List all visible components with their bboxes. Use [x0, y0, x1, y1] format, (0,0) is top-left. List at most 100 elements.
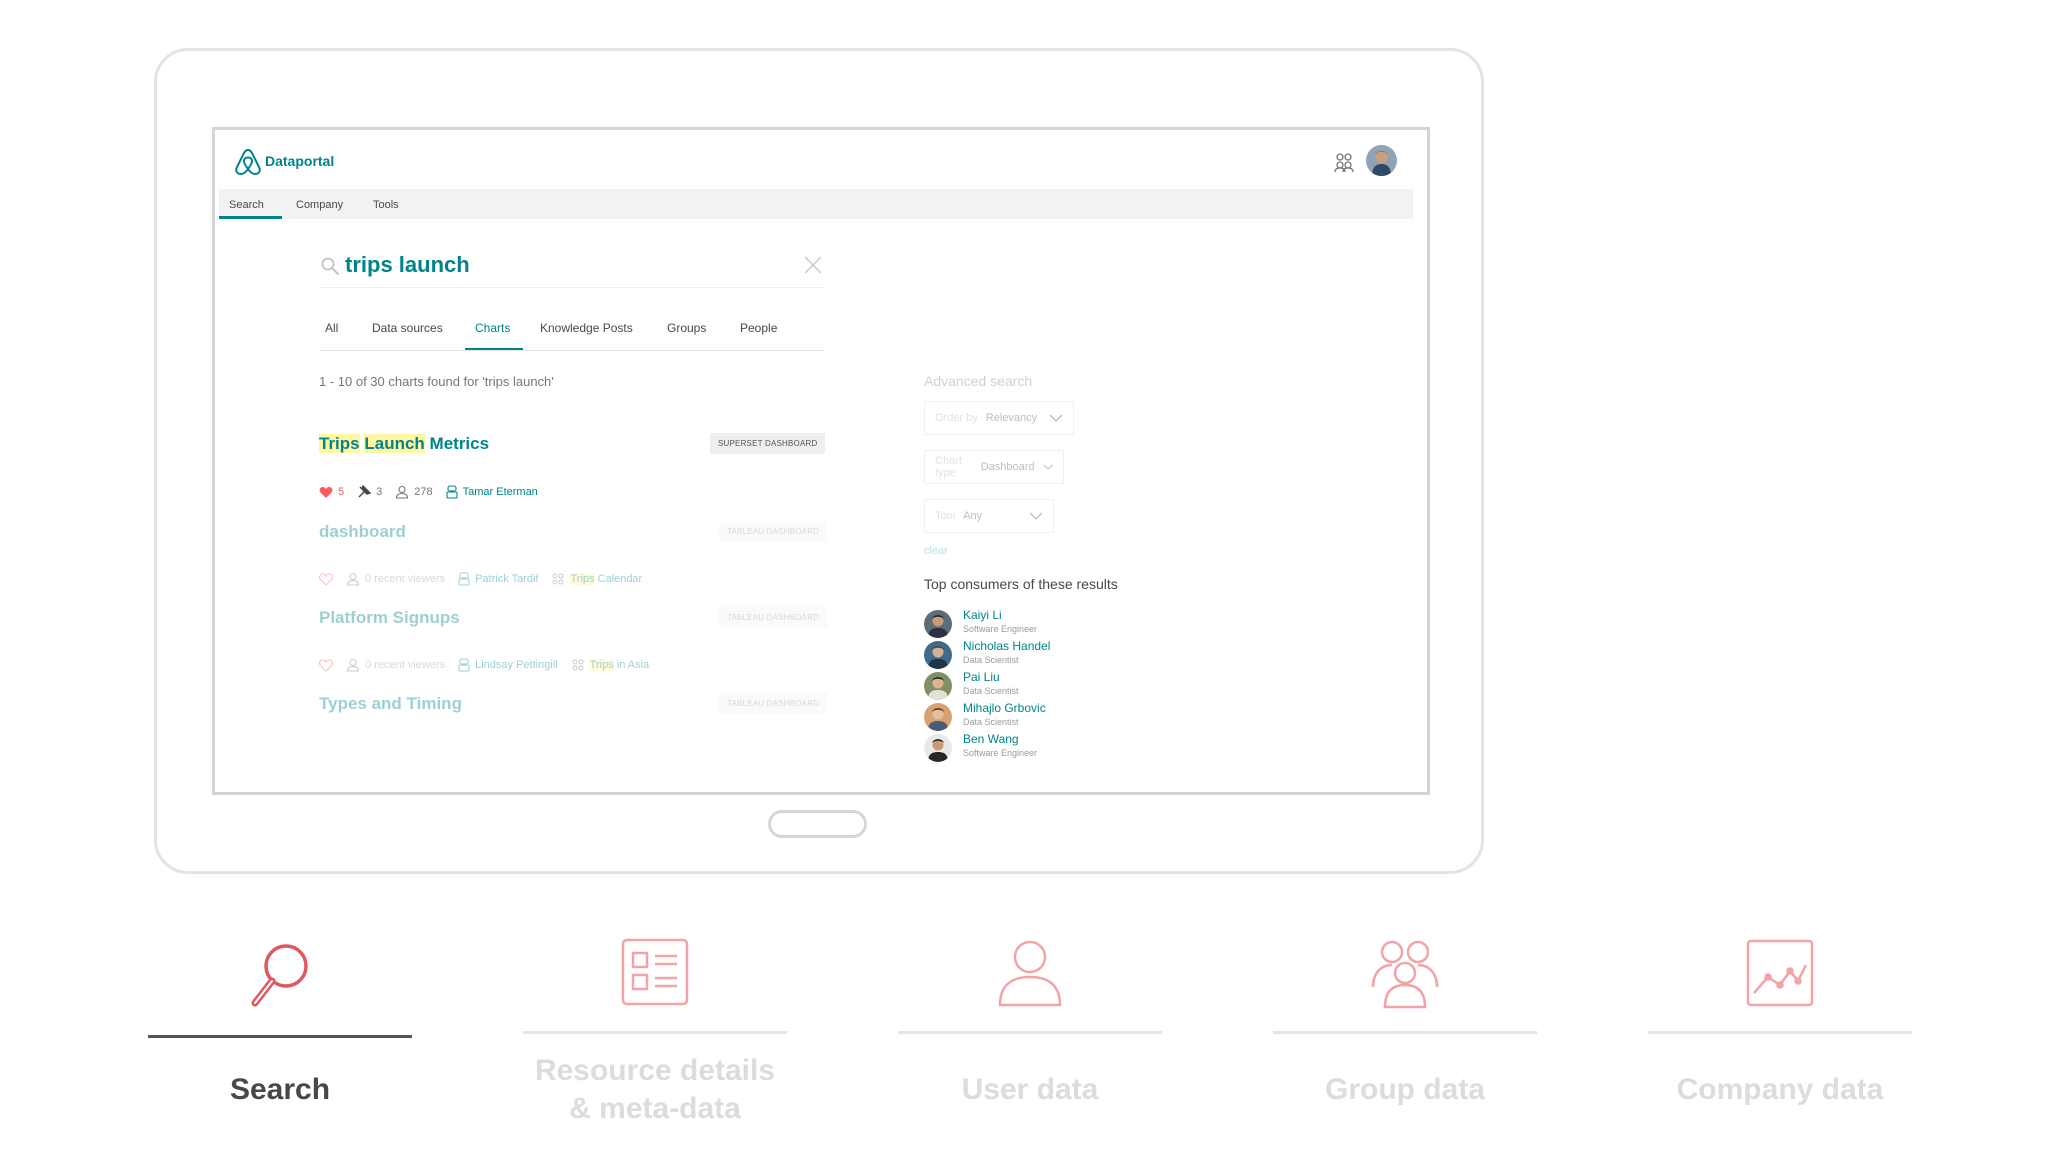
app-screen: Dataportal Search Company Tools trips la…	[212, 127, 1430, 795]
group-link[interactable]: Trips in Asia	[589, 659, 649, 671]
nav-company[interactable]: Company	[296, 199, 343, 211]
tab-people[interactable]: People	[740, 321, 777, 335]
search-icon	[321, 257, 339, 275]
advanced-search-title: Advanced search	[924, 373, 1033, 389]
consumer-role: Data Scientist	[963, 717, 1019, 727]
tablet-home-button	[768, 810, 867, 838]
user-avatar[interactable]	[1366, 145, 1397, 176]
groups-icon[interactable]	[1332, 150, 1356, 174]
feature-label: Group data	[1324, 1073, 1485, 1106]
viewers-count: 0 recent viewers	[365, 659, 446, 671]
avatar[interactable]	[924, 610, 952, 638]
search-input[interactable]: trips launch	[345, 252, 470, 278]
consumer-name[interactable]: Nicholas Handel	[963, 639, 1050, 653]
consumer-name[interactable]: Pai Liu	[963, 670, 1000, 684]
tab-charts[interactable]: Charts	[475, 321, 510, 335]
avatar[interactable]	[924, 641, 952, 669]
feature-company-data[interactable]: Company data	[1648, 935, 1912, 1125]
result-title[interactable]: Trips Launch Metrics	[319, 434, 489, 454]
consumer-item[interactable]: Ben Wang Software Engineer	[924, 732, 1184, 768]
airbnb-logo-icon[interactable]	[233, 147, 263, 177]
result-title[interactable]: Types and Timing	[319, 694, 462, 714]
tab-groups[interactable]: Groups	[667, 321, 706, 335]
feature-label: User data	[961, 1073, 1099, 1106]
result-type-badge: TABLEAU DASHBOARD	[719, 693, 828, 714]
result-title[interactable]: Platform Signups	[319, 608, 460, 628]
owner-link[interactable]: Tamar Eterman	[463, 486, 538, 498]
order-by-value: Relevancy	[985, 412, 1038, 424]
tool-select[interactable]: Tool Any	[924, 499, 1054, 533]
clear-filters-link[interactable]: clear	[924, 545, 948, 557]
feature-underline	[1273, 1031, 1537, 1034]
app-brand[interactable]: Dataportal	[265, 153, 334, 169]
feature-underline	[898, 1031, 1162, 1034]
consumer-role: Software Engineer	[963, 624, 1038, 634]
tool-value: Any	[963, 510, 983, 522]
feature-resource-details[interactable]: Resource details & meta-data	[523, 935, 787, 1125]
tab-knowledge-posts[interactable]: Knowledge Posts	[540, 321, 633, 335]
viewers-icon	[346, 572, 360, 586]
feature-label: Company data	[1676, 1073, 1884, 1106]
tool-label: Tool	[935, 510, 956, 522]
group-icon	[552, 573, 564, 585]
viewers-count: 278	[414, 486, 433, 498]
consumer-role: Software Engineer	[963, 748, 1038, 758]
main-nav-bar: Search Company Tools	[219, 189, 1413, 219]
result-meta: 0 recent viewers Patrick Tardif Trips Ca…	[319, 572, 642, 586]
feature-label: Resource details & meta-data	[534, 1054, 776, 1125]
owner-icon	[458, 572, 470, 586]
group-link[interactable]: Trips Calendar	[570, 573, 642, 585]
close-icon[interactable]	[803, 255, 823, 275]
order-by-select[interactable]: Order by Relevancy	[924, 401, 1074, 435]
viewers-count: 0 recent viewers	[365, 573, 446, 585]
chart-type-label: Chart type	[935, 455, 962, 479]
owner-link[interactable]: Patrick Tardif	[475, 573, 538, 585]
consumer-role: Data Scientist	[963, 686, 1019, 696]
feature-search[interactable]: Search	[148, 935, 412, 1125]
owner-icon	[446, 485, 458, 499]
avatar[interactable]	[924, 672, 952, 700]
result-type-badge: TABLEAU DASHBOARD	[719, 607, 828, 628]
chevron-down-icon	[1049, 414, 1063, 422]
consumer-name[interactable]: Mihajlo Grbovic	[963, 701, 1046, 715]
tab-data-sources[interactable]: Data sources	[372, 321, 443, 335]
owner-icon	[458, 658, 470, 672]
result-type-badge: TABLEAU DASHBOARD	[719, 521, 828, 542]
tab-active-indicator	[465, 348, 523, 350]
avatar[interactable]	[924, 703, 952, 731]
order-by-label: Order by	[935, 412, 978, 424]
nav-tools[interactable]: Tools	[373, 199, 399, 211]
feature-group-data[interactable]: Group data	[1273, 935, 1537, 1125]
result-title[interactable]: dashboard	[319, 522, 406, 542]
pin-icon[interactable]	[357, 485, 372, 499]
document-list-icon	[621, 938, 689, 1006]
chart-type-value: Dashboard	[980, 461, 1035, 473]
heart-icon[interactable]	[319, 658, 333, 672]
nav-search[interactable]: Search	[229, 199, 264, 211]
heart-icon[interactable]	[319, 572, 333, 586]
consumer-name[interactable]: Ben Wang	[963, 732, 1019, 746]
user-icon	[998, 940, 1062, 1007]
results-summary: 1 - 10 of 30 charts found for 'trips lau…	[319, 374, 554, 389]
group-icon	[572, 659, 584, 671]
chart-type-select[interactable]: Chart type Dashboard	[924, 450, 1064, 484]
result-meta: 0 recent viewers Lindsay Pettingill Trip…	[319, 658, 649, 672]
group-icon	[1371, 940, 1439, 1009]
nav-active-indicator	[219, 216, 282, 219]
chevron-down-icon	[1042, 464, 1053, 470]
owner-link[interactable]: Lindsay Pettingill	[475, 659, 558, 671]
viewers-icon	[396, 485, 409, 499]
chevron-down-icon	[1029, 512, 1043, 520]
consumer-role: Data Scientist	[963, 655, 1019, 665]
viewers-icon	[346, 658, 360, 672]
likes-count: 5	[338, 486, 345, 498]
feature-underline	[148, 1035, 412, 1038]
top-consumers-title: Top consumers of these results	[924, 576, 1118, 592]
heart-icon[interactable]	[319, 486, 333, 499]
feature-user-data[interactable]: User data	[898, 935, 1162, 1125]
consumer-name[interactable]: Kaiyi Li	[963, 608, 1002, 622]
feature-label: Search	[229, 1073, 331, 1106]
avatar[interactable]	[924, 734, 952, 762]
tab-all[interactable]: All	[325, 321, 338, 335]
search-underline	[319, 287, 824, 288]
